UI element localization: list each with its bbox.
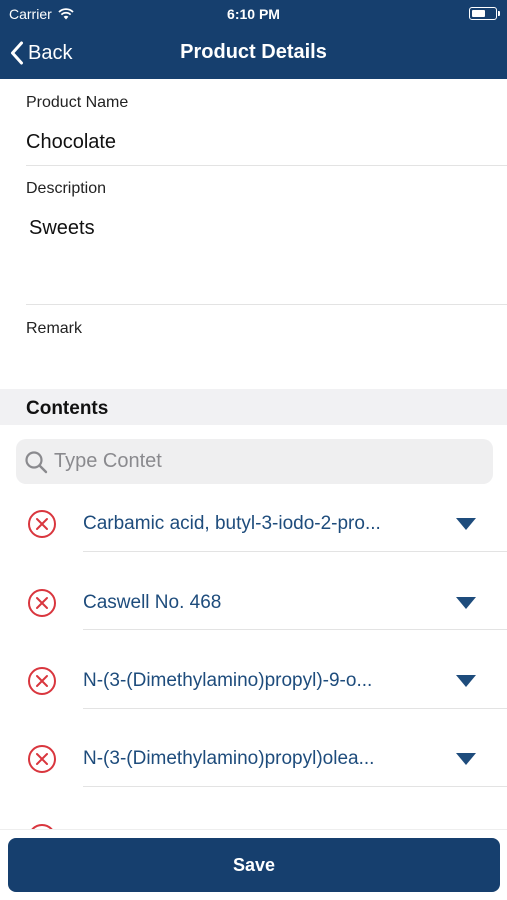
remove-circle-icon[interactable]: [27, 588, 57, 618]
search-icon: [25, 451, 48, 474]
content-item-label: Carbamic acid, butyl-3-iodo-2-pro...: [83, 513, 381, 534]
divider: [83, 786, 507, 787]
divider: [83, 551, 507, 552]
content-item-label: Caswell No. 468: [83, 592, 222, 613]
battery-icon: [469, 7, 500, 20]
divider: [83, 629, 507, 630]
chevron-down-icon[interactable]: [455, 674, 477, 688]
list-item[interactable]: Caswell No. 468: [0, 563, 507, 641]
back-label: Back: [28, 41, 73, 64]
remark-label: Remark: [26, 320, 83, 337]
divider: [26, 165, 507, 166]
back-button[interactable]: Back: [10, 38, 72, 68]
divider: [83, 708, 507, 709]
status-time: 6:10 PM: [227, 6, 280, 22]
content-item-label: N-(3-(Dimethylamino)propyl)olea...: [83, 748, 375, 769]
chevron-down-icon[interactable]: [455, 596, 477, 610]
description-field[interactable]: Sweets: [29, 217, 95, 240]
description-label: Description: [26, 180, 107, 197]
contents-list: Carbamic acid, butyl-3-iodo-2-pro... Cas…: [0, 485, 507, 829]
content-item-label: N-(3-(Dimethylamino)propyl)-9-o...: [83, 670, 373, 691]
battery-level: [472, 10, 485, 17]
chevron-down-icon[interactable]: [455, 517, 477, 531]
chevron-left-icon: [11, 41, 23, 65]
list-item[interactable]: N-(3-(Dimethylamino)propyl)-9-o...: [0, 641, 507, 719]
remove-circle-icon[interactable]: [27, 509, 57, 539]
divider: [26, 304, 507, 305]
navigation-bar: Back Product Details: [0, 28, 507, 79]
chevron-down-icon[interactable]: [455, 752, 477, 766]
list-item[interactable]: Carbamic acid, butyl-3-iodo-2-pro...: [0, 485, 507, 563]
search-bar[interactable]: [16, 439, 493, 484]
contents-title: Contents: [26, 398, 109, 419]
list-item[interactable]: [0, 797, 507, 829]
remove-circle-icon[interactable]: [27, 744, 57, 774]
search-input[interactable]: [54, 439, 484, 484]
remove-circle-icon[interactable]: [27, 666, 57, 696]
page-title: Product Details: [180, 41, 327, 63]
contents-section-header: Contents: [0, 389, 507, 425]
footer: Save: [0, 829, 507, 900]
status-bar: Carrier 6:10 PM: [0, 0, 507, 28]
product-name-label: Product Name: [26, 94, 129, 111]
save-button[interactable]: Save: [8, 838, 500, 892]
remark-field[interactable]: [26, 349, 476, 383]
list-item[interactable]: N-(3-(Dimethylamino)propyl)olea...: [0, 719, 507, 797]
product-name-field[interactable]: Chocolate: [26, 131, 116, 154]
